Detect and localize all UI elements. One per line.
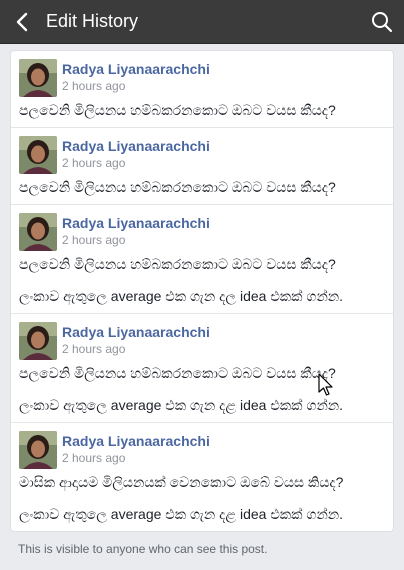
- search-icon: [372, 11, 393, 32]
- entry-meta: Radya Liyanaarachchi 2 hours ago: [62, 213, 210, 248]
- edit-history-screen: Edit History Radya Liyanaarachchi 2 hours…: [0, 0, 404, 570]
- avatar[interactable]: [19, 431, 57, 469]
- author-name[interactable]: Radya Liyanaarachchi: [62, 323, 210, 341]
- avatar[interactable]: [19, 213, 57, 251]
- avatar[interactable]: [19, 136, 57, 174]
- entry-meta: Radya Liyanaarachchi 2 hours ago: [62, 322, 210, 357]
- author-name[interactable]: Radya Liyanaarachchi: [62, 214, 210, 232]
- entry-header: Radya Liyanaarachchi 2 hours ago: [19, 322, 385, 360]
- post-text-line: මාසික ආදායම මිලියනයක් වෙනකොට ඔබේ වයස කිය…: [19, 474, 344, 490]
- post-text-line: ලංකාව ඇතුලෙ average එක ගැන දල idea එකක් …: [19, 288, 344, 304]
- entry-meta: Radya Liyanaarachchi 2 hours ago: [62, 136, 210, 171]
- post-text-line: පලවෙනි මිලියනය හම්බකරනකොට ඔබට වයස කීයද?: [19, 179, 336, 195]
- entry-header: Radya Liyanaarachchi 2 hours ago: [19, 431, 385, 469]
- history-entry: Radya Liyanaarachchi 2 hours ago පලවෙනි මි…: [11, 204, 393, 313]
- post-text-line: පලවෙනි මිලියනය හම්බකරනකොට ඔබට වයස කීයද?: [19, 365, 336, 381]
- search-button[interactable]: [360, 0, 404, 44]
- visibility-note: This is visible to anyone who can see th…: [18, 542, 268, 556]
- author-name[interactable]: Radya Liyanaarachchi: [62, 60, 210, 78]
- history-entry: Radya Liyanaarachchi 2 hours ago පලවෙනි මි…: [11, 313, 393, 422]
- post-text-line: පලවෙනි මිලියනය හම්බකරනකොට ඔබට වයස කීයද?: [19, 102, 336, 118]
- timestamp: 2 hours ago: [62, 342, 126, 356]
- history-list: Radya Liyanaarachchi 2 hours ago පලවෙනි මි…: [10, 50, 394, 566]
- timestamp: 2 hours ago: [62, 156, 126, 170]
- timestamp: 2 hours ago: [62, 451, 126, 465]
- top-bar: Edit History: [0, 0, 404, 44]
- post-text-line: ලංකාව ඇතුලෙ average එක ගැන දළ idea එකක් …: [19, 397, 344, 413]
- back-button[interactable]: [0, 0, 46, 44]
- page-title: Edit History: [46, 11, 139, 31]
- avatar[interactable]: [19, 59, 57, 97]
- author-name[interactable]: Radya Liyanaarachchi: [62, 432, 210, 450]
- entry-meta: Radya Liyanaarachchi 2 hours ago: [62, 59, 210, 94]
- post-text-line: පලවෙනි මිලියනය හම්බකරනකොට ඔබට වයස කීයද?: [19, 256, 336, 272]
- history-entry: Radya Liyanaarachchi 2 hours ago පලවෙනි මි…: [11, 51, 393, 127]
- entry-header: Radya Liyanaarachchi 2 hours ago: [19, 136, 385, 174]
- entry-header: Radya Liyanaarachchi 2 hours ago: [19, 59, 385, 97]
- avatar[interactable]: [19, 322, 57, 360]
- timestamp: 2 hours ago: [62, 233, 126, 247]
- entry-header: Radya Liyanaarachchi 2 hours ago: [19, 213, 385, 251]
- post-text-line: ලංකාව ඇතුලෙ average එක ගැන දළ idea එකක් …: [19, 506, 344, 522]
- history-entry: Radya Liyanaarachchi 2 hours ago මාසික ආදා…: [11, 422, 393, 531]
- author-name[interactable]: Radya Liyanaarachchi: [62, 137, 210, 155]
- arrow-left-icon: [16, 12, 28, 31]
- history-entry: Radya Liyanaarachchi 2 hours ago පලවෙනි මි…: [11, 127, 393, 204]
- entry-meta: Radya Liyanaarachchi 2 hours ago: [62, 431, 210, 466]
- timestamp: 2 hours ago: [62, 79, 126, 93]
- history-card: Radya Liyanaarachchi 2 hours ago පලවෙනි මි…: [10, 50, 394, 532]
